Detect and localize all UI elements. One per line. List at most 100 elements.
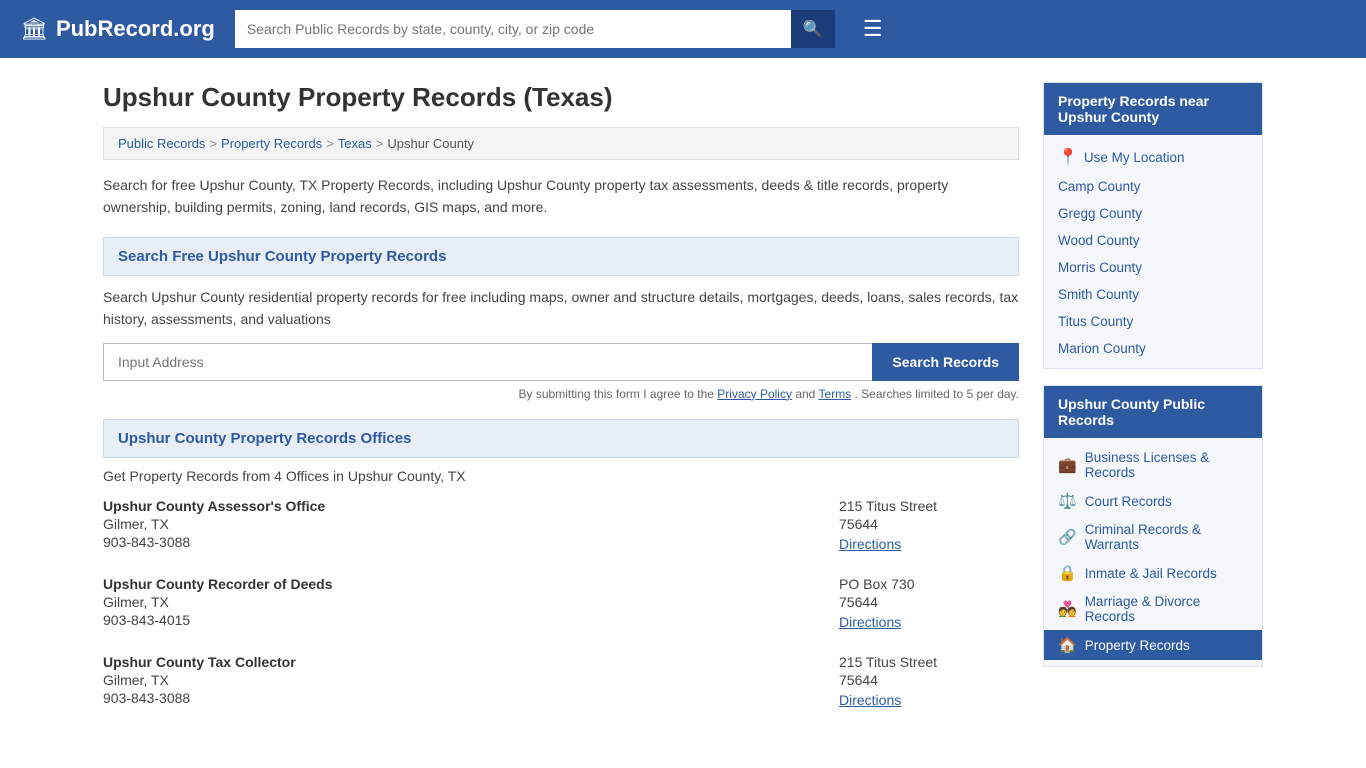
header-search-button[interactable]: 🔍 <box>791 10 835 48</box>
record-business[interactable]: 💼 Business Licenses & Records <box>1044 444 1262 486</box>
record-marriage[interactable]: 💑 Marriage & Divorce Records <box>1044 588 1262 630</box>
nearby-morris[interactable]: Morris County <box>1044 254 1262 281</box>
office-city-tax: Gilmer, TX <box>103 672 819 688</box>
breadcrumb-current: Upshur County <box>387 136 474 151</box>
office-card-recorder: Upshur County Recorder of Deeds Gilmer, … <box>103 576 1019 630</box>
office-street-tax: 215 Titus Street <box>839 654 1019 670</box>
page-title: Upshur County Property Records (Texas) <box>103 82 1019 113</box>
nearby-gregg-link[interactable]: Gregg County <box>1058 206 1142 221</box>
breadcrumb-sep-3: > <box>376 136 384 151</box>
site-header: 🏛 PubRecord.org 🔍 ☰ <box>0 0 1366 58</box>
main-content: Upshur County Property Records (Texas) P… <box>103 82 1019 732</box>
office-address-tax: 215 Titus Street 75644 Directions <box>839 654 1019 708</box>
public-records-list: 💼 Business Licenses & Records ⚖️ Court R… <box>1044 438 1262 666</box>
record-property[interactable]: 🏠 Property Records <box>1044 630 1262 660</box>
sidebar: Property Records near Upshur County 📍 Us… <box>1043 82 1263 732</box>
nearby-wood[interactable]: Wood County <box>1044 227 1262 254</box>
office-phone-recorder: 903-843-4015 <box>103 612 819 628</box>
criminal-icon: 🔗 <box>1058 528 1077 546</box>
nearby-counties-section: Property Records near Upshur County 📍 Us… <box>1043 82 1263 369</box>
office-card-tax: Upshur County Tax Collector Gilmer, TX 9… <box>103 654 1019 708</box>
office-info-tax: Upshur County Tax Collector Gilmer, TX 9… <box>103 654 819 708</box>
hamburger-menu-icon[interactable]: ☰ <box>863 16 883 42</box>
criminal-link[interactable]: Criminal Records & Warrants <box>1085 522 1248 552</box>
terms-link[interactable]: Terms <box>818 387 851 401</box>
property-link[interactable]: Property Records <box>1085 638 1190 653</box>
office-address-assessor: 215 Titus Street 75644 Directions <box>839 498 1019 552</box>
use-my-location-item[interactable]: 📍 Use My Location <box>1044 141 1262 173</box>
nearby-titus[interactable]: Titus County <box>1044 308 1262 335</box>
directions-link-tax[interactable]: Directions <box>839 692 901 708</box>
business-link[interactable]: Business Licenses & Records <box>1085 450 1248 480</box>
main-container: Upshur County Property Records (Texas) P… <box>83 58 1283 756</box>
nearby-counties-title: Property Records near Upshur County <box>1044 83 1262 135</box>
nearby-smith[interactable]: Smith County <box>1044 281 1262 308</box>
office-city-recorder: Gilmer, TX <box>103 594 819 610</box>
directions-link-recorder[interactable]: Directions <box>839 614 901 630</box>
breadcrumb-sep-2: > <box>326 136 334 151</box>
breadcrumb: Public Records > Property Records > Texa… <box>103 127 1019 160</box>
marriage-icon: 💑 <box>1058 600 1077 618</box>
location-pin-icon: 📍 <box>1058 147 1078 167</box>
nearby-wood-link[interactable]: Wood County <box>1058 233 1140 248</box>
office-address-recorder: PO Box 730 75644 Directions <box>839 576 1019 630</box>
breadcrumb-texas[interactable]: Texas <box>338 136 372 151</box>
offices-section-header: Upshur County Property Records Offices <box>103 419 1019 458</box>
search-records-button[interactable]: Search Records <box>872 343 1019 381</box>
logo-text: PubRecord.org <box>56 16 215 42</box>
marriage-link[interactable]: Marriage & Divorce Records <box>1085 594 1248 624</box>
nearby-gregg[interactable]: Gregg County <box>1044 200 1262 227</box>
header-search-input[interactable] <box>235 10 791 48</box>
office-zip-tax: 75644 <box>839 672 1019 688</box>
breadcrumb-property-records[interactable]: Property Records <box>221 136 322 151</box>
nearby-marion-link[interactable]: Marion County <box>1058 341 1146 356</box>
offices-description: Get Property Records from 4 Offices in U… <box>103 468 1019 484</box>
search-section-header: Search Free Upshur County Property Recor… <box>103 237 1019 276</box>
page-description: Search for free Upshur County, TX Proper… <box>103 174 1019 219</box>
office-city-assessor: Gilmer, TX <box>103 516 819 532</box>
court-icon: ⚖️ <box>1058 492 1077 510</box>
nearby-titus-link[interactable]: Titus County <box>1058 314 1133 329</box>
use-location-label: Use My Location <box>1084 150 1185 165</box>
nearby-marion[interactable]: Marion County <box>1044 335 1262 362</box>
court-link[interactable]: Court Records <box>1085 494 1172 509</box>
disclaimer-limit: . Searches limited to 5 per day. <box>854 387 1019 401</box>
address-search-row: Search Records <box>103 343 1019 381</box>
office-info-assessor: Upshur County Assessor's Office Gilmer, … <box>103 498 819 552</box>
office-name-recorder: Upshur County Recorder of Deeds <box>103 576 819 592</box>
office-zip-assessor: 75644 <box>839 516 1019 532</box>
breadcrumb-sep-1: > <box>209 136 217 151</box>
disclaimer-text: By submitting this form I agree to the <box>519 387 714 401</box>
nearby-counties-list: 📍 Use My Location Camp County Gregg Coun… <box>1044 135 1262 368</box>
nearby-camp-link[interactable]: Camp County <box>1058 179 1141 194</box>
search-section: Search Free Upshur County Property Recor… <box>103 237 1019 401</box>
nearby-camp[interactable]: Camp County <box>1044 173 1262 200</box>
header-search-bar: 🔍 <box>235 10 835 48</box>
record-court[interactable]: ⚖️ Court Records <box>1044 486 1262 516</box>
directions-link-assessor[interactable]: Directions <box>839 536 901 552</box>
form-disclaimer: By submitting this form I agree to the P… <box>103 387 1019 401</box>
office-zip-recorder: 75644 <box>839 594 1019 610</box>
office-card-assessor: Upshur County Assessor's Office Gilmer, … <box>103 498 1019 552</box>
office-phone-tax: 903-843-3088 <box>103 690 819 706</box>
search-form-description: Search Upshur County residential propert… <box>103 286 1019 331</box>
inmate-icon: 🔒 <box>1058 564 1077 582</box>
address-input[interactable] <box>103 343 872 381</box>
public-records-title: Upshur County Public Records <box>1044 386 1262 438</box>
record-criminal[interactable]: 🔗 Criminal Records & Warrants <box>1044 516 1262 558</box>
office-street-assessor: 215 Titus Street <box>839 498 1019 514</box>
office-street-recorder: PO Box 730 <box>839 576 1019 592</box>
breadcrumb-public-records[interactable]: Public Records <box>118 136 205 151</box>
office-phone-assessor: 903-843-3088 <box>103 534 819 550</box>
disclaimer-and: and <box>795 387 818 401</box>
nearby-morris-link[interactable]: Morris County <box>1058 260 1142 275</box>
privacy-policy-link[interactable]: Privacy Policy <box>717 387 792 401</box>
office-name-assessor: Upshur County Assessor's Office <box>103 498 819 514</box>
office-info-recorder: Upshur County Recorder of Deeds Gilmer, … <box>103 576 819 630</box>
nearby-smith-link[interactable]: Smith County <box>1058 287 1139 302</box>
logo-icon: 🏛 <box>20 16 48 42</box>
site-logo[interactable]: 🏛 PubRecord.org <box>20 16 215 42</box>
record-inmate[interactable]: 🔒 Inmate & Jail Records <box>1044 558 1262 588</box>
inmate-link[interactable]: Inmate & Jail Records <box>1085 566 1217 581</box>
offices-section: Upshur County Property Records Offices G… <box>103 419 1019 708</box>
